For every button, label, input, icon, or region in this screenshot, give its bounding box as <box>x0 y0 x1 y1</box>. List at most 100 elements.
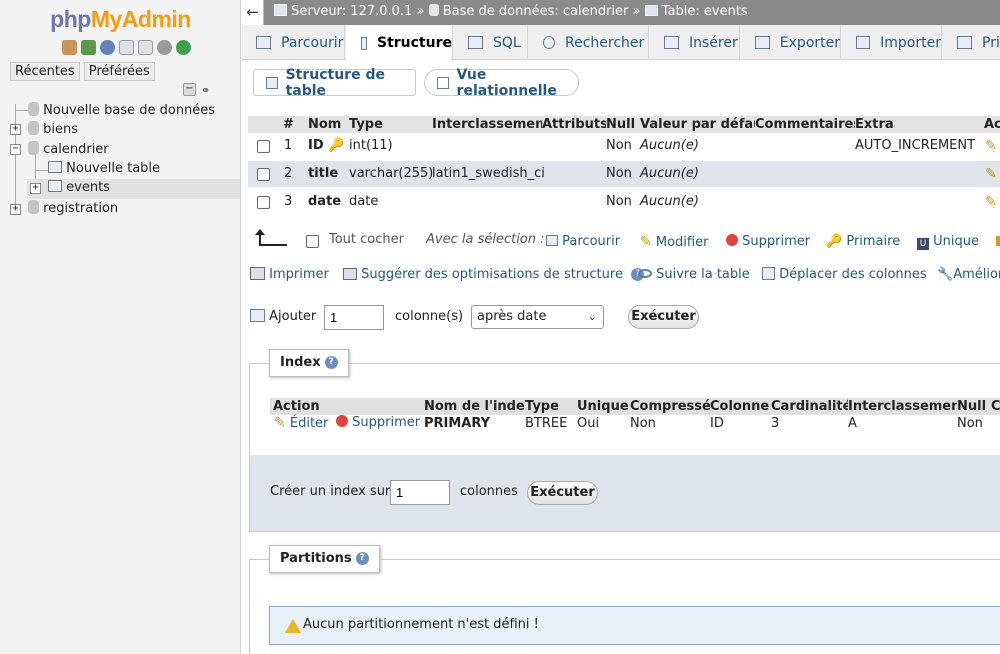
create-index-unit: colonnes <box>460 484 518 499</box>
more-icon[interactable] <box>996 236 1000 246</box>
table-icon <box>644 5 658 16</box>
check-all-label[interactable]: Tout cocher <box>329 230 404 250</box>
tree-line <box>15 104 16 210</box>
improve-structure-button[interactable]: 🔧Amélior <box>937 267 1000 282</box>
tab-privileges[interactable]: Pri <box>943 25 1000 60</box>
delete-icon <box>726 234 738 246</box>
bulk-delete-button[interactable]: Supprimer <box>726 234 810 249</box>
tree-item-registration[interactable]: registration <box>28 200 118 216</box>
collapse-icon[interactable]: − <box>10 144 21 155</box>
tab-search[interactable]: Rechercher <box>529 25 649 60</box>
tab-import[interactable]: Importer <box>842 25 942 60</box>
row-checkbox[interactable] <box>257 140 270 153</box>
add-columns-count-input[interactable] <box>324 305 384 330</box>
column-header-collation[interactable]: Interclassement <box>432 116 551 133</box>
column-header-number[interactable]: # <box>283 116 294 133</box>
expand-icon[interactable]: + <box>10 124 21 135</box>
column-header-extra[interactable]: Extra <box>855 116 894 133</box>
subtab-relation-view[interactable]: Vue relationnelle <box>424 67 579 99</box>
reload-icon[interactable] <box>176 40 191 55</box>
optimize-icon <box>343 268 357 280</box>
propose-structure-button[interactable]: Suggérer des optimisations de structure … <box>343 267 645 282</box>
back-arrow-icon[interactable]: ← <box>242 0 264 25</box>
column-name: title <box>308 166 339 181</box>
copy-icon[interactable] <box>138 40 153 55</box>
index-edit-button[interactable]: ✎ Éditer <box>274 415 328 431</box>
bulk-primary-button[interactable]: 🔑 Primaire <box>826 234 900 249</box>
add-columns-execute-button[interactable]: Exécuter <box>628 305 699 329</box>
docs-icon[interactable] <box>119 40 134 55</box>
move-columns-icon <box>762 267 775 280</box>
index-header-column: Colonne <box>710 398 770 415</box>
bulk-edit-button[interactable]: ✎ Modifier <box>640 234 708 250</box>
tree-item-calendrier[interactable]: calendrier <box>28 141 109 157</box>
database-icon <box>28 102 39 116</box>
tab-export[interactable]: Exporter <box>741 25 841 60</box>
bulk-browse-button[interactable]: Parcourir <box>546 234 620 249</box>
tree-item-new-database[interactable]: Nouvelle base de données <box>28 102 215 118</box>
arrow-head-icon <box>255 229 265 235</box>
column-type: date <box>349 194 379 209</box>
edit-pencil-icon[interactable]: ✎ <box>985 166 997 182</box>
collapse-all-icon[interactable]: − <box>183 83 196 96</box>
create-index-label: Créer un index sur <box>270 484 391 499</box>
help-icon[interactable] <box>100 40 115 55</box>
tree-item-biens[interactable]: biens <box>28 121 78 137</box>
column-header-attributes[interactable]: Attributs <box>542 116 608 133</box>
breadcrumb-server[interactable]: Serveur: 127.0.0.1 <box>291 4 412 19</box>
gear-icon[interactable] <box>157 40 172 55</box>
column-null: Non <box>606 138 632 153</box>
column-collation: latin1_swedish_ci <box>432 166 545 181</box>
tab-recent[interactable]: Récentes <box>10 62 80 81</box>
edit-pencil-icon[interactable]: ✎ <box>985 194 997 210</box>
tab-favorites[interactable]: Préférées <box>83 62 155 81</box>
breadcrumb-database[interactable]: Base de données: calendrier <box>443 4 629 19</box>
column-header-null[interactable]: Null <box>606 116 636 133</box>
logout-icon[interactable] <box>81 40 96 55</box>
index-header-packed: Compressé <box>630 398 711 415</box>
tab-insert[interactable]: Insérer <box>650 25 740 60</box>
phpmyadmin-logo[interactable]: phpMyAdmin <box>0 6 241 33</box>
column-header-name[interactable]: Nom <box>308 116 342 133</box>
expand-icon[interactable]: + <box>10 204 21 215</box>
column-default: Aucun(e) <box>640 166 699 181</box>
move-columns-button[interactable]: Déplacer des colonnes <box>762 267 927 282</box>
search-icon <box>543 36 555 49</box>
sidebar-toolbar <box>62 40 191 56</box>
help-icon[interactable]: ? <box>355 552 369 565</box>
structure-icon <box>266 76 278 89</box>
track-table-button[interactable]: Suivre la table <box>638 267 750 282</box>
partitions-message: Aucun partitionnement n'est défini ! <box>303 617 539 632</box>
print-button[interactable]: Imprimer <box>250 267 329 282</box>
structure-icon <box>361 36 367 50</box>
create-index-count-input[interactable] <box>390 480 450 505</box>
row-checkbox[interactable] <box>257 196 270 209</box>
tab-browse[interactable]: Parcourir <box>242 25 345 60</box>
columns-unit-label: colonne(s) <box>395 309 464 324</box>
tab-structure[interactable]: Structure <box>346 25 453 61</box>
edit-pencil-icon[interactable]: ✎ <box>985 138 997 154</box>
column-header-comments[interactable]: Commentaires <box>755 116 862 133</box>
bulk-unique-button[interactable]: U Unique <box>917 234 979 250</box>
pencil-icon: ✎ <box>274 415 286 431</box>
breadcrumb-table[interactable]: Table: events <box>662 4 748 19</box>
help-icon[interactable]: ? <box>324 356 338 369</box>
index-delete-button[interactable]: Supprimer <box>336 415 420 430</box>
column-header-default[interactable]: Valeur par défaut <box>640 116 769 133</box>
tree-item-events[interactable]: events <box>48 180 110 195</box>
column-extra: AUTO_INCREMENT <box>855 138 976 153</box>
expand-icon[interactable]: + <box>30 183 41 194</box>
check-all-checkbox[interactable] <box>306 235 319 248</box>
tab-sql[interactable]: SQL <box>454 25 528 60</box>
index-legend: Index? <box>269 349 349 377</box>
home-icon[interactable] <box>62 40 77 55</box>
index-header-collation: Interclassement <box>848 398 967 415</box>
column-header-type[interactable]: Type <box>349 116 383 133</box>
link-icon[interactable]: ⚭ <box>201 84 210 97</box>
subtab-table-structure[interactable]: Structure de table <box>253 67 416 99</box>
tree-item-new-table[interactable]: Nouvelle table <box>48 161 160 176</box>
create-index-execute-button[interactable]: Exécuter <box>527 481 598 505</box>
column-position-select[interactable]: après date ⌄ <box>471 305 604 329</box>
column-header-action[interactable]: Ac <box>984 116 1000 133</box>
row-checkbox[interactable] <box>257 168 270 181</box>
